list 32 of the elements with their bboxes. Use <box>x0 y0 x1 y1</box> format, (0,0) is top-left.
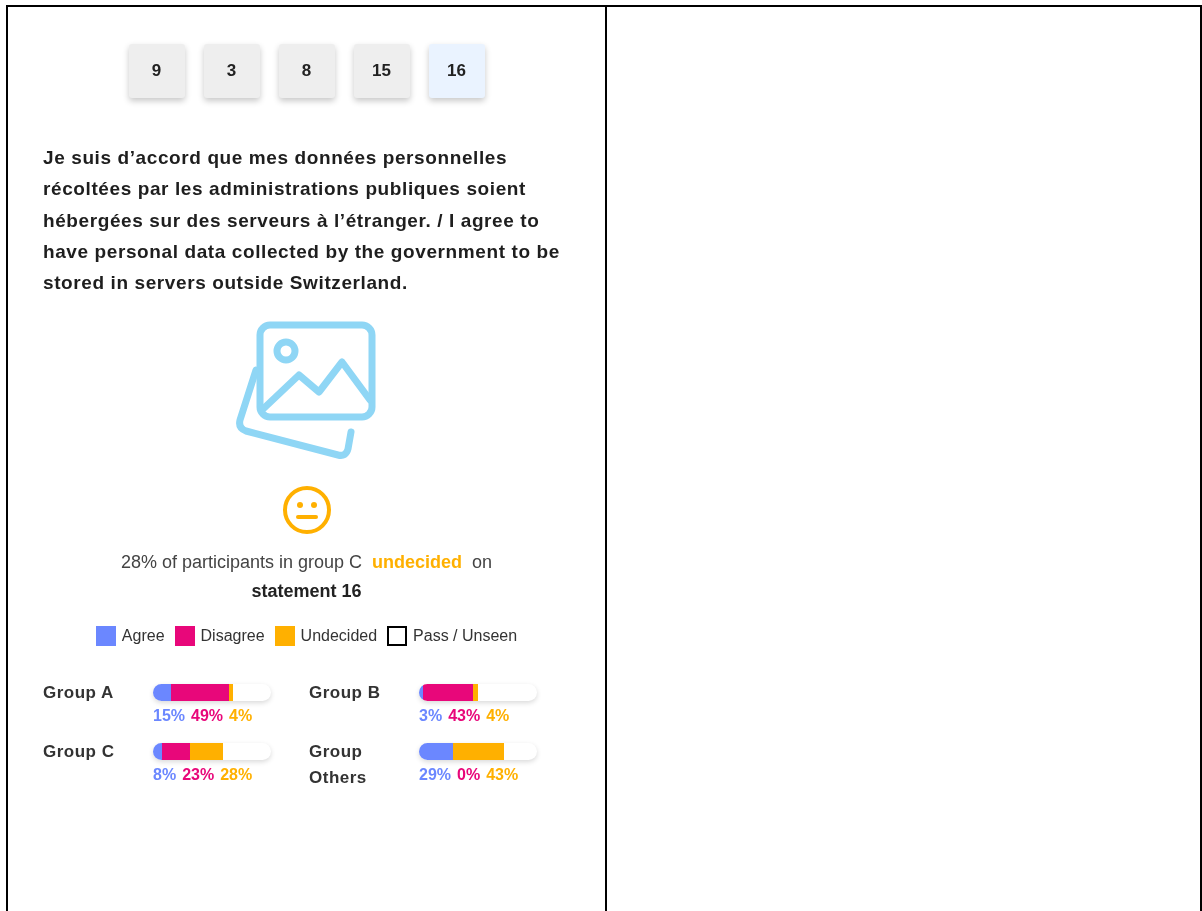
statement-text: Je suis d’accord que mes données personnelles récoltées par les administrations publiques soient hébergées sur des serveurs à l’étranger. / I agree to have personal data collected by the government to be stored in servers outside Switzerland. <box>43 146 561 296</box>
percent-label: 28% <box>220 766 253 785</box>
group-name: Group B <box>309 682 382 705</box>
percent-label: 4% <box>486 707 510 726</box>
statement-tab[interactable]: 3 <box>203 44 260 98</box>
percent-label: 43% <box>448 707 481 726</box>
percent-label: 0% <box>457 766 481 785</box>
statement-tab[interactable]: 9 <box>128 44 185 98</box>
group-name: Group A <box>43 682 115 705</box>
percent-label: 8% <box>153 766 177 785</box>
statement-tab[interactable]: 8 <box>278 44 335 98</box>
percent-label: 29% <box>419 766 452 785</box>
percent-label: 3% <box>419 707 443 726</box>
neutral-face-icon <box>280 484 333 537</box>
legend-label: Disagree <box>200 627 265 646</box>
legend-label: Undecided <box>300 627 378 646</box>
statement-tab[interactable]: 15 <box>353 44 410 98</box>
percent-label: 23% <box>182 766 215 785</box>
vote-label: undecided <box>372 552 463 574</box>
percent-label: 43% <box>486 766 519 785</box>
percent-label: 15% <box>153 707 186 726</box>
legend-label: Pass / Unseen <box>413 627 518 646</box>
percent-label: 49% <box>191 707 224 726</box>
statement-number: statement 16 <box>251 581 362 603</box>
group-name: Group C <box>43 741 116 764</box>
group-name: Group Others <box>309 741 368 790</box>
percent-label: 4% <box>229 707 253 726</box>
legend-label: Agree <box>121 627 165 646</box>
summary-text: 28% of participants in group C <box>120 552 363 574</box>
statement-tab[interactable]: 16 <box>428 44 485 98</box>
summary-text: on <box>472 552 493 574</box>
legend-swatch <box>387 626 408 647</box>
